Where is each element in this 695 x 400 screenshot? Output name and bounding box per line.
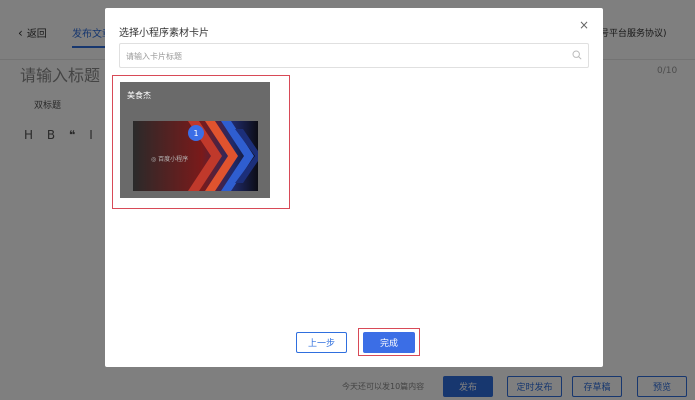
previous-step-button[interactable]: 上一步 <box>296 332 347 353</box>
thumbnail-caption: ◎ 百度小程序 <box>151 156 189 163</box>
close-icon[interactable]: × <box>579 18 589 32</box>
card-title: 美食杰 <box>127 91 151 100</box>
select-card-modal: 选择小程序素材卡片 × 美食杰 <box>105 8 603 367</box>
card-highlight-frame: 美食杰 ◎ 百度小程序 1 <box>112 75 290 209</box>
selection-badge: 1 <box>188 125 204 141</box>
done-button[interactable]: 完成 <box>363 332 415 353</box>
modal-title: 选择小程序素材卡片 <box>119 28 209 39</box>
card-search-field <box>119 43 589 68</box>
search-icon[interactable] <box>572 50 582 60</box>
done-highlight-frame: 完成 <box>358 328 420 356</box>
card-item[interactable]: 美食杰 ◎ 百度小程序 1 <box>120 82 270 198</box>
card-search-input[interactable] <box>120 45 560 68</box>
